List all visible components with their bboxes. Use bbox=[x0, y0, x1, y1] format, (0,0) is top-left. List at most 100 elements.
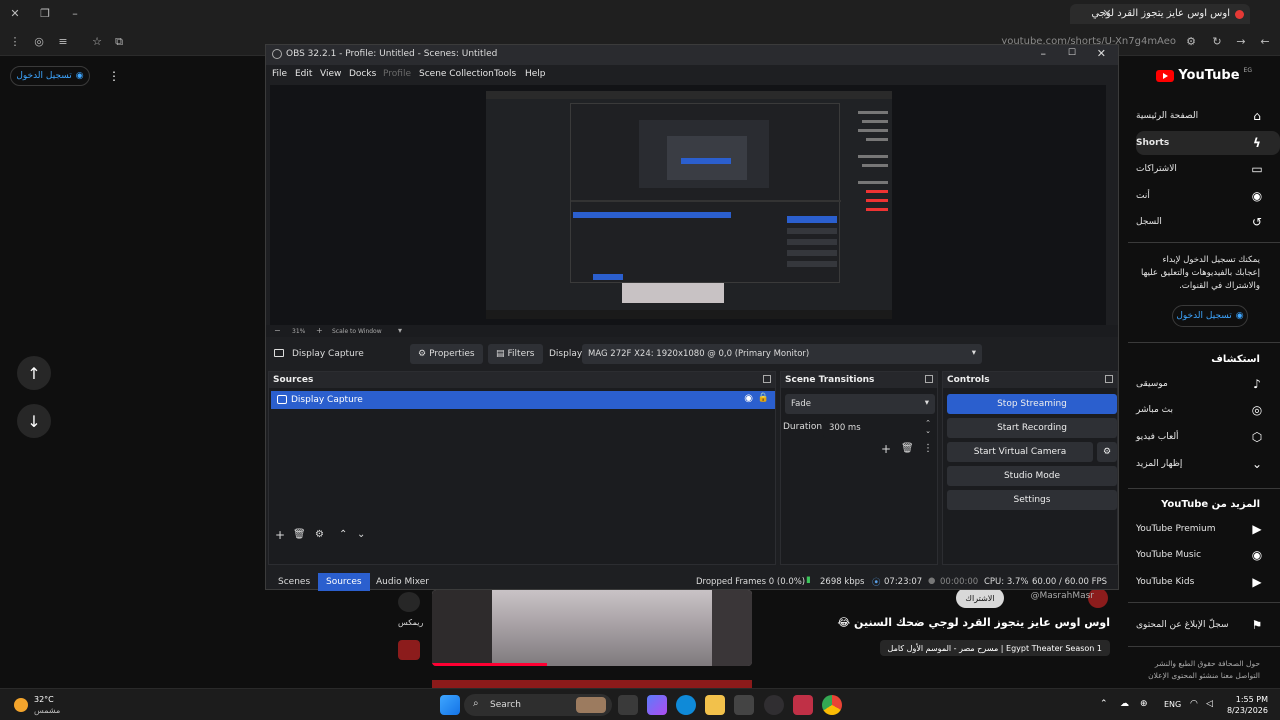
task-view-icon[interactable] bbox=[618, 695, 638, 715]
maximize-icon[interactable]: ☐ bbox=[1068, 48, 1076, 58]
store-icon[interactable] bbox=[734, 695, 754, 715]
nav-show-more[interactable]: ⌄ إظهار المزيد bbox=[1136, 452, 1280, 476]
remove-transition-icon[interactable]: 🗑 bbox=[901, 443, 914, 454]
close-icon[interactable]: ✕ bbox=[8, 7, 22, 21]
stop-streaming-button[interactable]: Stop Streaming bbox=[947, 394, 1117, 414]
edge-icon[interactable] bbox=[676, 695, 696, 715]
tab-close-icon[interactable]: ✕ bbox=[1100, 7, 1114, 21]
nav-shorts[interactable]: ϟ Shorts bbox=[1136, 131, 1280, 155]
nav-report-history[interactable]: ⚑ سجلّ الإبلاغ عن المحتوى bbox=[1136, 613, 1280, 637]
previous-short-button[interactable]: ↑ bbox=[17, 356, 51, 390]
zoom-in-icon[interactable]: + bbox=[316, 326, 323, 335]
install-icon[interactable]: ⧉ bbox=[112, 35, 126, 49]
remix-icon[interactable] bbox=[398, 592, 420, 612]
move-down-icon[interactable]: ⌄ bbox=[357, 529, 365, 540]
wifi-icon[interactable]: ◠ bbox=[1190, 699, 1198, 710]
network-icon[interactable]: ⊕ bbox=[1140, 699, 1148, 710]
duration-input[interactable]: 300 ms ⌃ ⌄ bbox=[823, 418, 935, 438]
menu-profile[interactable]: Profile bbox=[383, 69, 411, 79]
obs-taskbar-icon[interactable] bbox=[764, 695, 784, 715]
nav-home[interactable]: ⌂ الصفحة الرئيسية bbox=[1136, 104, 1280, 128]
undock-icon[interactable] bbox=[925, 375, 933, 383]
short-video[interactable] bbox=[432, 590, 752, 666]
subscribe-button[interactable]: الاشتراك bbox=[956, 588, 1004, 608]
chrome-icon[interactable] bbox=[822, 695, 842, 715]
tray-overflow-icon[interactable]: ⌃ bbox=[1100, 699, 1108, 710]
minimize-icon[interactable]: – bbox=[1041, 47, 1047, 60]
close-icon[interactable]: ✕ bbox=[1097, 47, 1106, 60]
back-icon[interactable]: ← bbox=[1258, 35, 1272, 49]
site-settings-icon[interactable]: ⚙ bbox=[1184, 35, 1198, 49]
footer-links[interactable]: حول الصحافة حقوق الطبع والنشر التواصل مع… bbox=[1140, 658, 1260, 682]
visibility-icon[interactable]: ◉ bbox=[744, 393, 753, 404]
nav-gaming[interactable]: ⬡ ألعاب فيديو bbox=[1136, 425, 1280, 449]
menu-view[interactable]: View bbox=[320, 69, 341, 79]
onedrive-icon[interactable]: ☁ bbox=[1120, 699, 1129, 710]
clock-time[interactable]: 1:55 PM bbox=[1236, 694, 1268, 705]
language-indicator[interactable]: ENG bbox=[1164, 699, 1181, 710]
forward-icon[interactable]: → bbox=[1234, 35, 1248, 49]
weather-icon[interactable] bbox=[14, 698, 28, 712]
browser-tab[interactable]: اوس اوس عايز يتجوز القرد لوجي bbox=[1070, 4, 1250, 24]
move-up-icon[interactable]: ⌃ bbox=[339, 529, 347, 540]
taskbar-search[interactable]: ⌕ Search bbox=[464, 694, 612, 716]
transition-select[interactable]: Fade ▾ bbox=[785, 394, 935, 414]
menu-tools[interactable]: Tools bbox=[494, 69, 516, 79]
copilot-icon[interactable] bbox=[647, 695, 667, 715]
clock-date[interactable]: 8/23/2026 bbox=[1227, 705, 1268, 716]
filters-button[interactable]: ▤ Filters bbox=[488, 344, 543, 364]
studio-mode-button[interactable]: Studio Mode bbox=[947, 466, 1117, 486]
youtube-logo[interactable]: YouTube EG bbox=[1156, 67, 1252, 83]
account-icon[interactable]: ◎ bbox=[32, 35, 46, 49]
undock-icon[interactable] bbox=[1105, 375, 1113, 383]
obs-titlebar[interactable]: OBS 32.2.1 - Profile: Untitled - Scenes:… bbox=[266, 45, 1118, 65]
add-transition-icon[interactable]: + bbox=[881, 442, 891, 456]
properties-button[interactable]: ⚙ Properties bbox=[410, 344, 483, 364]
nav-you[interactable]: ◉ أنت bbox=[1136, 184, 1280, 208]
video-progress[interactable] bbox=[432, 663, 547, 666]
add-source-icon[interactable]: + bbox=[275, 528, 285, 542]
signin-button[interactable]: تسجيل الدخول ◉ bbox=[1172, 305, 1248, 327]
obs-preview[interactable] bbox=[270, 85, 1106, 325]
nav-live[interactable]: ◎ بث مباشر bbox=[1136, 398, 1280, 422]
menu-help[interactable]: Help bbox=[525, 69, 546, 79]
minimize-icon[interactable]: – bbox=[68, 7, 82, 21]
playlist-chip[interactable]: مسرح مصر - الموسم الأول كامل | Egypt The… bbox=[879, 640, 1110, 656]
display-select[interactable]: MAG 272F X24: 1920x1080 @ 0,0 (Primary M… bbox=[582, 344, 982, 364]
signin-button-left[interactable]: تسجيل الدخول ◉ bbox=[10, 66, 90, 86]
source-properties-icon[interactable]: ⚙ bbox=[315, 529, 324, 540]
channel-handle[interactable]: @MasrahMasr bbox=[1030, 591, 1094, 601]
file-explorer-icon[interactable] bbox=[705, 695, 725, 715]
scale-dropdown-icon[interactable]: ▾ bbox=[398, 326, 402, 335]
menu-edit[interactable]: Edit bbox=[295, 69, 312, 79]
menu-docks[interactable]: Docks bbox=[349, 69, 376, 79]
menu-scene-collection[interactable]: Scene Collection bbox=[419, 69, 494, 79]
reload-icon[interactable]: ↻ bbox=[1210, 35, 1224, 49]
nav-kids[interactable]: ▶ YouTube Kids bbox=[1136, 570, 1280, 594]
start-recording-button[interactable]: Start Recording bbox=[947, 418, 1117, 438]
playlist-icon[interactable]: ≡ bbox=[56, 35, 70, 49]
undock-icon[interactable] bbox=[763, 375, 771, 383]
nav-premium[interactable]: ▶ YouTube Premium bbox=[1136, 517, 1280, 541]
zoom-out-icon[interactable]: − bbox=[274, 326, 281, 335]
channel-audio-icon[interactable] bbox=[398, 640, 420, 660]
lock-icon[interactable]: 🔒 bbox=[758, 393, 769, 403]
nav-history[interactable]: ↺ السجل bbox=[1136, 210, 1280, 234]
more-options-icon[interactable]: ⋮ bbox=[108, 69, 120, 83]
volume-icon[interactable]: ◁ bbox=[1206, 699, 1213, 710]
bookmark-icon[interactable]: ☆ bbox=[90, 35, 104, 49]
scale-mode[interactable]: Scale to Window bbox=[332, 328, 382, 335]
stepper-icon[interactable]: ⌃ ⌄ bbox=[925, 419, 931, 435]
next-short-button[interactable]: ↓ bbox=[17, 404, 51, 438]
nav-music[interactable]: ♪ موسيقى bbox=[1136, 372, 1280, 396]
menu-icon[interactable]: ⋮ bbox=[8, 35, 22, 49]
app-icon[interactable] bbox=[793, 695, 813, 715]
start-virtual-camera-button[interactable]: Start Virtual Camera bbox=[947, 442, 1093, 462]
settings-button[interactable]: Settings bbox=[947, 490, 1117, 510]
nav-subscriptions[interactable]: ▭ الاشتراكات bbox=[1136, 157, 1280, 181]
nav-music-app[interactable]: ◉ YouTube Music bbox=[1136, 543, 1280, 567]
transition-menu-icon[interactable]: ⋮ bbox=[923, 443, 933, 454]
restore-icon[interactable]: ❐ bbox=[38, 7, 52, 21]
virtual-camera-settings-button[interactable]: ⚙ bbox=[1097, 442, 1117, 462]
source-item[interactable]: Display Capture ◉ 🔒 bbox=[271, 391, 775, 409]
